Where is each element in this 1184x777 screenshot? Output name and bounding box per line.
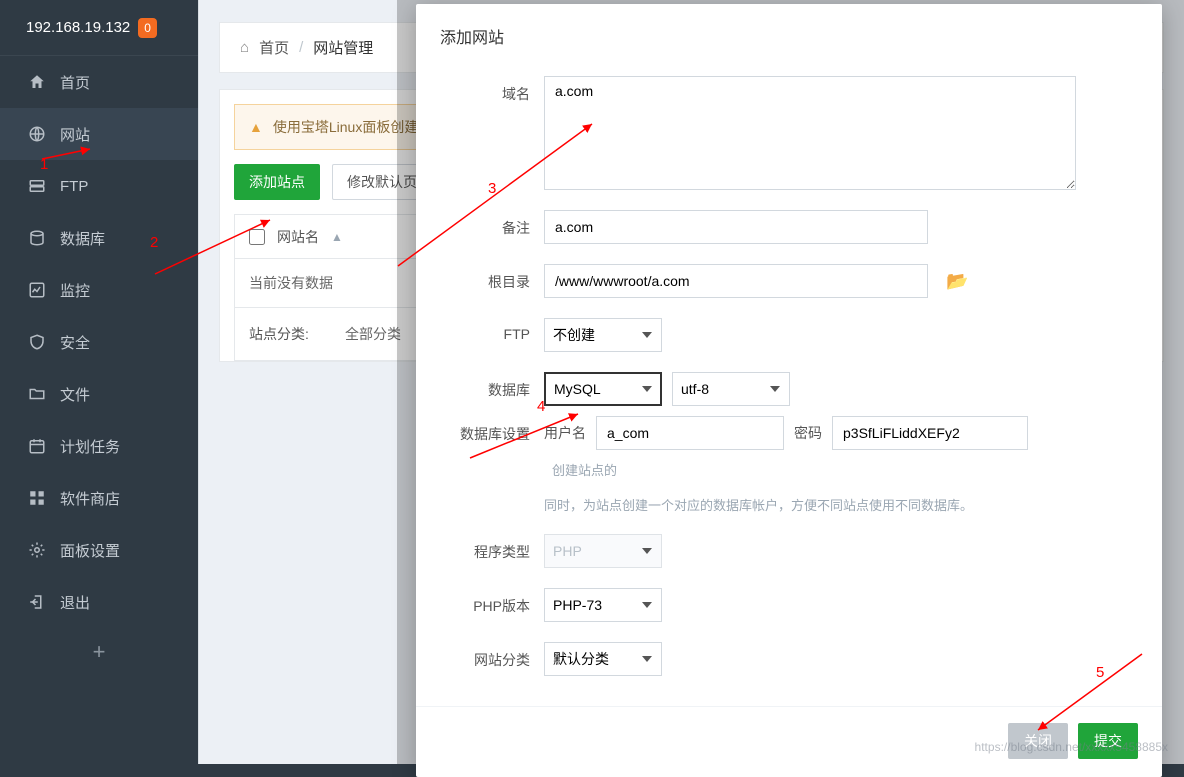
folder-icon xyxy=(28,385,46,403)
sidebar-header: 192.168.19.132 0 xyxy=(0,0,198,56)
sidebar-item-database[interactable]: 数据库 xyxy=(0,212,198,264)
breadcrumb-home[interactable]: 首页 xyxy=(259,37,289,58)
gear-icon xyxy=(28,541,46,559)
label-category: 网站分类 xyxy=(440,642,530,670)
sidebar-item-security[interactable]: 安全 xyxy=(0,316,198,368)
chart-icon xyxy=(28,281,46,299)
sidebar-item-label: 监控 xyxy=(60,280,90,301)
label-app-type: 程序类型 xyxy=(440,534,530,562)
home-icon xyxy=(28,73,46,91)
domain-textarea[interactable]: a.com xyxy=(544,76,1076,190)
breadcrumb-current: 网站管理 xyxy=(313,37,373,58)
sidebar-item-settings[interactable]: 面板设置 xyxy=(0,524,198,576)
label-php-ver: PHP版本 xyxy=(440,588,530,616)
sidebar-item-monitor[interactable]: 监控 xyxy=(0,264,198,316)
sidebar-add-button[interactable]: + xyxy=(0,628,198,676)
label-remark: 备注 xyxy=(440,210,530,238)
sidebar-item-site[interactable]: 网站 xyxy=(0,108,198,160)
root-input[interactable] xyxy=(544,264,928,298)
sidebar-item-home[interactable]: 首页 xyxy=(0,56,198,108)
select-all-checkbox[interactable] xyxy=(249,229,265,245)
logout-icon xyxy=(28,593,46,611)
filter-label: 站点分类: xyxy=(249,324,321,344)
sidebar-item-files[interactable]: 文件 xyxy=(0,368,198,420)
label-ftp: FTP xyxy=(440,318,530,342)
server-ip: 192.168.19.132 xyxy=(26,19,130,36)
sidebar: 192.168.19.132 0 首页 网站 FTP 数据库 监控 安全 文件 … xyxy=(0,0,198,764)
col-site-name[interactable]: 网站名 xyxy=(277,227,319,247)
category-select[interactable]: 默认分类 xyxy=(544,642,662,676)
remark-input[interactable] xyxy=(544,210,928,244)
add-site-button[interactable]: 添加站点 xyxy=(234,164,320,200)
sidebar-item-logout[interactable]: 退出 xyxy=(0,576,198,628)
db-charset-select[interactable]: utf-8 xyxy=(672,372,790,406)
shield-icon xyxy=(28,333,46,351)
label-db: 数据库 xyxy=(440,372,530,400)
sidebar-item-store[interactable]: 软件商店 xyxy=(0,472,198,524)
sidebar-item-label: 计划任务 xyxy=(60,436,120,457)
hint-create-side: 创建站点的 xyxy=(552,460,1138,479)
sidebar-item-label: 面板设置 xyxy=(60,540,120,561)
breadcrumb-separator: / xyxy=(299,39,303,56)
home-icon: ⌂ xyxy=(240,39,249,56)
php-version-select[interactable]: PHP-73 xyxy=(544,588,662,622)
hint-db: 同时，为站点创建一个对应的数据库帐户，方便不同站点使用不同数据库。 xyxy=(544,495,1138,514)
db-type-select[interactable]: MySQL xyxy=(544,372,662,406)
app-type-select: PHP xyxy=(544,534,662,568)
sidebar-item-label: 数据库 xyxy=(60,228,105,249)
label-db-user: 用户名 xyxy=(544,423,586,443)
sidebar-item-label: 文件 xyxy=(60,384,90,405)
label-db-set: 数据库设置 xyxy=(440,416,530,444)
notification-badge[interactable]: 0 xyxy=(138,18,157,38)
sidebar-item-label: 软件商店 xyxy=(60,488,120,509)
ftp-icon xyxy=(28,177,46,195)
ftp-select[interactable]: 不创建 xyxy=(544,318,662,352)
label-domain: 域名 xyxy=(440,76,530,104)
modal-title: 添加网站 xyxy=(416,4,1162,60)
sidebar-item-ftp[interactable]: FTP xyxy=(0,160,198,212)
db-user-input[interactable] xyxy=(596,416,784,450)
watermark: https://blog.csdn.net/xxxxx5458885x xyxy=(975,740,1168,754)
sort-icon[interactable]: ▲ xyxy=(331,230,343,244)
db-pass-input[interactable] xyxy=(832,416,1028,450)
sidebar-item-cron[interactable]: 计划任务 xyxy=(0,420,198,472)
label-root: 根目录 xyxy=(440,264,530,292)
label-db-pass: 密码 xyxy=(794,423,822,443)
database-icon xyxy=(28,229,46,247)
sidebar-item-label: 安全 xyxy=(60,332,90,353)
grid-icon xyxy=(28,489,46,507)
globe-icon xyxy=(28,125,46,143)
folder-open-icon[interactable]: 📂 xyxy=(946,271,968,292)
sidebar-item-label: 网站 xyxy=(60,124,90,145)
sidebar-item-label: 首页 xyxy=(60,72,90,93)
sidebar-item-label: FTP xyxy=(60,178,88,195)
warning-icon: ▲ xyxy=(249,119,263,135)
add-site-modal: 添加网站 域名 a.com 备注 根目录 📂 FTP 不创建 数据库 MySQL xyxy=(416,4,1162,777)
sidebar-item-label: 退出 xyxy=(60,592,90,613)
calendar-icon xyxy=(28,437,46,455)
